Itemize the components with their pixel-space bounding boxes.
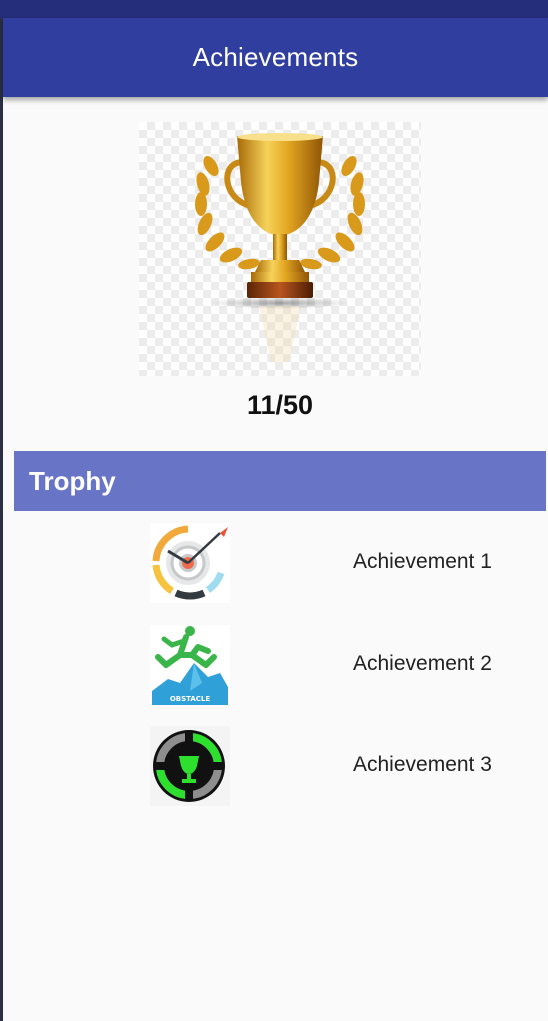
target-clock-icon [150,523,230,603]
green-trophy-badge-icon [150,726,230,806]
window-left-edge [0,0,3,1021]
trophy-image [139,122,421,376]
svg-text:OBSTACLE: OBSTACLE [170,695,211,703]
achievement-progress: 11/50 [246,390,314,420]
section-header-trophy: Trophy [14,451,546,511]
gold-trophy-icon [195,133,365,362]
achievement-row[interactable]: Achievement 1 [0,523,548,603]
app-bar: Achievements [3,18,548,97]
achievement-label: Achievement 3 [353,753,492,776]
achievement-row[interactable]: Achievement 3 [0,726,548,806]
achievement-label: Achievement 2 [353,652,492,675]
obstacle-jump-icon: OBSTACLE [150,625,230,705]
app-title: Achievements [192,42,359,72]
achievement-label: Achievement 1 [353,550,492,573]
achievement-row[interactable]: OBSTACLE Achievement 2 [0,625,548,705]
section-title: Trophy [29,465,116,496]
status-bar [0,0,548,18]
